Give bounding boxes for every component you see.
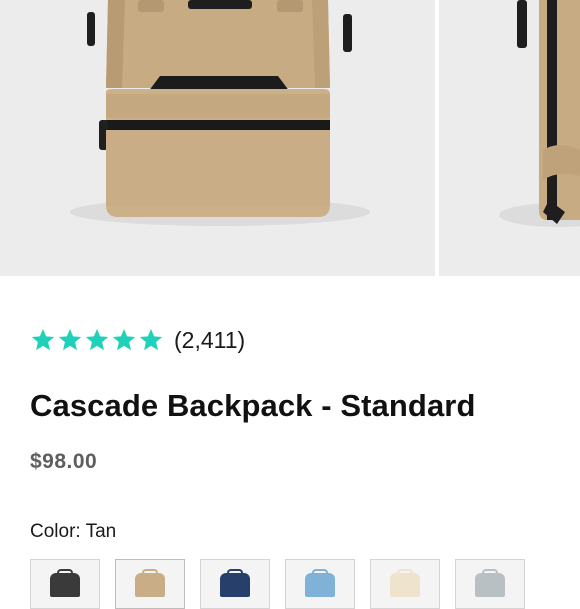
swatch-backpack-icon: [50, 573, 80, 597]
backpack-front-image: [0, 0, 435, 276]
star-icon: [58, 328, 82, 351]
rating-stars: [30, 327, 164, 353]
color-swatch-navy[interactable]: [200, 559, 270, 609]
color-swatch-black[interactable]: [30, 559, 100, 609]
swatch-backpack-icon: [135, 573, 165, 597]
swatch-backpack-icon: [305, 573, 335, 597]
product-image-main[interactable]: [0, 0, 435, 276]
star-icon: [112, 328, 136, 351]
color-swatch-gray[interactable]: [455, 559, 525, 609]
product-image-gallery[interactable]: [0, 0, 580, 276]
product-rating[interactable]: (2,411): [30, 327, 245, 353]
color-swatch-sky-blue[interactable]: [285, 559, 355, 609]
star-icon: [85, 328, 109, 351]
rating-count[interactable]: (2,411): [174, 327, 245, 353]
selected-color-label: Color: Tan: [30, 521, 117, 542]
swatch-backpack-icon: [475, 573, 505, 597]
color-swatch-cream[interactable]: [370, 559, 440, 609]
backpack-side-image: [439, 0, 580, 276]
swatch-backpack-icon: [220, 573, 250, 597]
product-price: $98.00: [30, 450, 98, 473]
color-swatches: [30, 559, 525, 609]
product-image-next[interactable]: [439, 0, 580, 276]
swatch-backpack-icon: [390, 573, 420, 597]
product-title: Cascade Backpack - Standard: [30, 388, 476, 423]
star-icon: [31, 328, 55, 351]
color-swatch-tan[interactable]: [115, 559, 185, 609]
star-icon: [139, 328, 163, 351]
